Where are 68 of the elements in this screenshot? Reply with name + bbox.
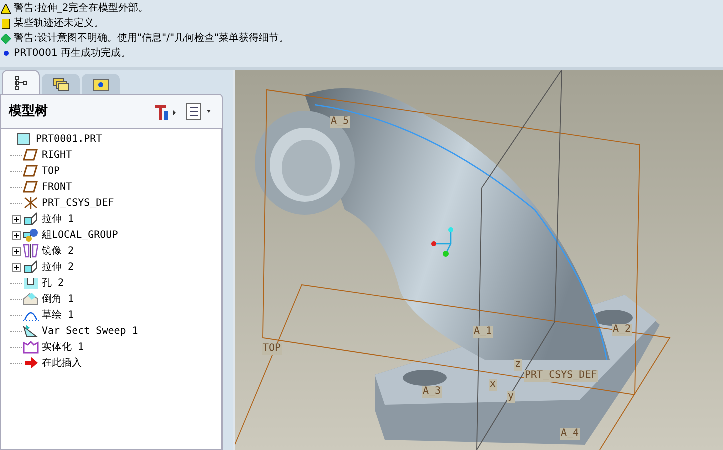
extrude-icon: [23, 212, 39, 226]
tree-item[interactable]: RIGHT: [42, 148, 72, 162]
folders-icon: [53, 77, 69, 91]
tree-item[interactable]: 拉伸 1: [42, 212, 74, 226]
datum-label: y: [507, 391, 516, 403]
tree-item[interactable]: 孔 2: [42, 276, 64, 290]
tree-item[interactable]: TOP: [42, 164, 60, 178]
tree-item[interactable]: 拉伸 2: [42, 260, 74, 274]
tree-connector: [10, 330, 22, 332]
star-folder-icon: [93, 78, 109, 90]
tree-connector: [10, 314, 22, 316]
hole-icon: [23, 276, 39, 290]
tree-connector: [10, 298, 22, 300]
tree-item[interactable]: FRONT: [42, 180, 72, 194]
tree-connector: [10, 282, 22, 284]
expand-toggle[interactable]: [12, 262, 20, 272]
tree-item[interactable]: 镜像 2: [42, 244, 74, 258]
extrude-icon: [23, 260, 39, 274]
message-line: 警告:设计意图不明确。使用"信息"/"几何检查"菜单获得细节。: [14, 32, 290, 46]
arrow-icon: [23, 356, 39, 370]
tree-item[interactable]: 草绘 1: [42, 308, 74, 322]
sweep-icon: [23, 324, 39, 338]
tree-connector: [10, 186, 22, 188]
datum-label: A_1: [473, 326, 494, 338]
diamond-icon: [1, 34, 11, 44]
message-line: 警告:拉伸_2完全在模型外部。: [14, 2, 149, 16]
coordinate-system-icon: [23, 196, 39, 210]
list-settings-icon[interactable]: [186, 102, 214, 120]
tree-item[interactable]: 在此插入: [42, 356, 82, 370]
tree-connector: [10, 170, 22, 172]
solidify-icon: [23, 340, 39, 354]
tree-item[interactable]: Var Sect Sweep 1: [42, 324, 138, 338]
mirror-icon: [23, 244, 39, 258]
datum-label: TOP: [262, 343, 282, 355]
datum-label: PRT_CSYS_DEF: [524, 370, 598, 382]
dot-icon: [4, 51, 8, 56]
message-line: PRT0001 再生成功完成。: [14, 46, 131, 61]
navigator-tab[interactable]: [2, 70, 40, 94]
part-icon: [17, 132, 33, 146]
graphics-viewport[interactable]: A_5 A_1 A_2 TOP A_3 PRT_CSYS_DEF A_4 z x y: [235, 70, 723, 450]
message-line: 某些轨迹还未定义。: [14, 16, 104, 31]
tree-connector: [10, 154, 22, 156]
warning-icon: [1, 4, 11, 14]
datum-plane-icon: [23, 148, 39, 162]
tree-item[interactable]: PRT0001.PRT: [36, 132, 102, 146]
expand-toggle[interactable]: [12, 214, 20, 224]
datum-plane-icon: [23, 164, 39, 178]
tree-item[interactable]: 組LOCAL_GROUP: [42, 228, 118, 242]
datum-label: A_4: [560, 428, 580, 440]
expand-toggle[interactable]: [12, 246, 20, 256]
expand-toggle[interactable]: [12, 230, 20, 240]
datum-label: z: [514, 359, 522, 371]
tree-item[interactable]: 实体化 1: [42, 340, 84, 354]
datum-plane-icon: [23, 180, 39, 194]
group-icon: [23, 228, 39, 242]
tree-item[interactable]: 倒角 1: [42, 292, 74, 306]
datum-label: x: [489, 379, 498, 391]
chamfer-icon: [23, 292, 39, 306]
tree-item[interactable]: PRT_CSYS_DEF: [42, 196, 114, 210]
panel-title: 模型树: [9, 102, 48, 121]
tree-connector: [10, 202, 22, 204]
datum-label: A_3: [422, 386, 442, 398]
navigator-tab[interactable]: [42, 74, 80, 94]
datum-label: A_5: [330, 116, 350, 128]
tree-icon: [15, 76, 27, 90]
tree-connector: [10, 346, 22, 348]
datum-label: A_2: [612, 324, 632, 336]
tree-connector: [10, 362, 22, 364]
